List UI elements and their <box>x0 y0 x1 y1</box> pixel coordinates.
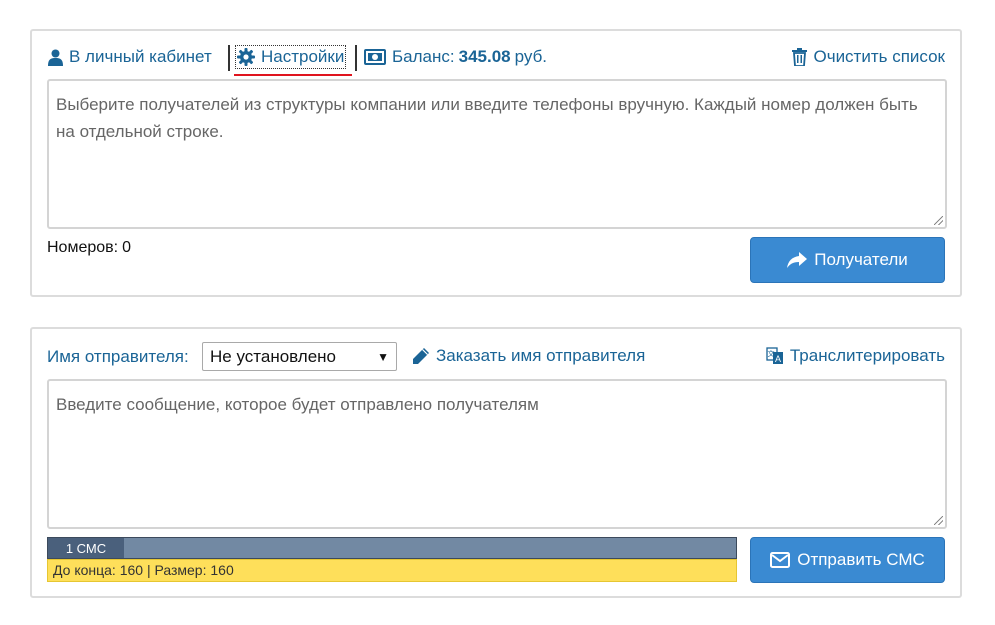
recipients-button[interactable]: Получатели <box>750 237 945 283</box>
envelope-icon <box>770 552 791 568</box>
order-sender-name-label: Заказать имя отправителя <box>436 346 646 365</box>
cabinet-link-label: В личный кабинет <box>69 47 212 66</box>
sender-select[interactable]: Не установлено ▼ <box>202 342 397 371</box>
dropdown-arrow-icon: ▼ <box>377 349 389 364</box>
cabinet-link[interactable]: В личный кабинет <box>48 47 212 67</box>
recipients-placeholder: Выберите получателей из структуры компан… <box>56 95 918 141</box>
recipients-button-label: Получатели <box>814 250 908 269</box>
balance-value: 345.08 <box>458 47 511 66</box>
trash-icon <box>792 48 808 66</box>
settings-link-label: Настройки <box>261 47 345 66</box>
numbers-count: Номеров: 0 <box>47 239 131 257</box>
separator <box>355 45 357 71</box>
pencil-icon <box>413 348 429 364</box>
numbers-count-value: 0 <box>122 239 131 256</box>
resize-grip[interactable] <box>934 216 943 225</box>
numbers-count-label: Номеров: <box>47 239 119 256</box>
transliterate-link[interactable]: A 文 Транслитерировать <box>766 346 945 366</box>
sms-progress-bar: 1 СМС <box>47 537 737 559</box>
message-panel: Имя отправителя: Не установлено ▼ Заказа… <box>30 327 962 598</box>
clear-list-link[interactable]: Очистить список <box>792 47 945 67</box>
message-textarea[interactable]: Введите сообщение, которое будет отправл… <box>47 379 947 529</box>
translate-icon: A 文 <box>766 347 783 364</box>
send-sms-label: Отправить СМС <box>797 550 925 569</box>
money-icon <box>364 49 386 65</box>
share-icon <box>787 252 808 268</box>
recipients-textarea[interactable]: Выберите получателей из структуры компан… <box>47 79 947 229</box>
balance-link[interactable]: Баланс: 345.08 руб. <box>364 47 547 67</box>
sender-selected-value: Не установлено <box>210 346 337 366</box>
send-sms-button[interactable]: Отправить СМС <box>750 537 945 583</box>
gear-icon <box>237 48 255 66</box>
settings-link[interactable]: Настройки <box>235 45 347 69</box>
user-icon <box>48 49 63 66</box>
recipients-panel: В личный кабинет Настройки Баланс: 345.0… <box>30 29 962 297</box>
svg-text:文: 文 <box>767 349 774 358</box>
svg-text:A: A <box>775 354 781 364</box>
sender-label: Имя отправителя: <box>47 347 189 366</box>
transliterate-label: Транслитерировать <box>789 346 945 365</box>
sms-count-badge: 1 СМС <box>48 538 124 558</box>
settings-underline <box>234 74 352 76</box>
order-sender-name-link[interactable]: Заказать имя отправителя <box>412 346 645 366</box>
separator <box>228 45 230 71</box>
balance-prefix: Баланс: <box>392 47 455 66</box>
balance-currency: руб. <box>514 47 548 66</box>
resize-grip[interactable] <box>934 516 943 525</box>
clear-list-label: Очистить список <box>813 47 945 66</box>
sms-info-text: До конца: 160 | Размер: 160 <box>47 559 737 582</box>
message-placeholder: Введите сообщение, которое будет отправл… <box>56 395 539 414</box>
